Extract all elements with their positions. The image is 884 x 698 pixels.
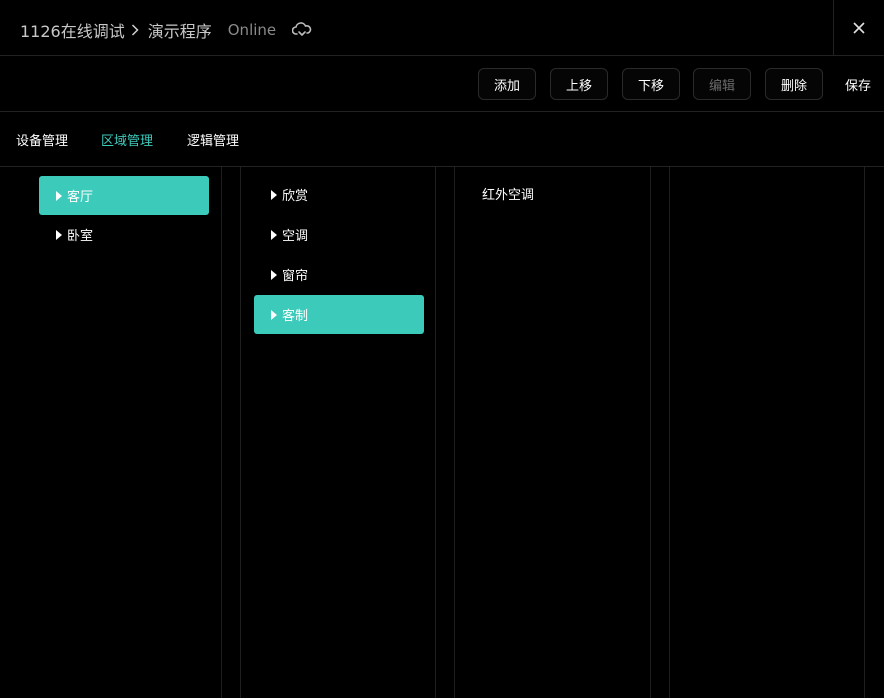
device-item-ir-ac[interactable]: 红外空调	[469, 174, 639, 213]
room-item-bedroom[interactable]: 卧室	[39, 215, 209, 254]
tab-logic[interactable]: 逻辑管理	[187, 130, 239, 149]
tab-bar: 设备管理 区域管理 逻辑管理	[0, 112, 884, 167]
group-label: 客制	[282, 309, 309, 324]
close-icon	[853, 22, 865, 34]
add-button[interactable]: 添加	[478, 68, 536, 100]
edit-button[interactable]: 编辑	[693, 68, 751, 100]
delete-button[interactable]: 删除	[765, 68, 823, 100]
save-button[interactable]: 保存	[845, 68, 871, 100]
caret-right-icon	[271, 229, 277, 240]
group-label: 空调	[282, 229, 309, 244]
caret-right-icon	[271, 269, 277, 280]
room-label: 客厅	[67, 190, 94, 205]
group-item-appreciation[interactable]: 欣赏	[254, 175, 424, 214]
caret-right-icon	[271, 189, 277, 200]
device-label: 红外空调	[482, 188, 535, 203]
chevron-right-icon	[131, 21, 139, 40]
group-item-air-conditioner[interactable]: 空调	[254, 215, 424, 254]
room-item-living-room[interactable]: 客厅	[39, 176, 209, 215]
tab-devices[interactable]: 设备管理	[16, 130, 68, 149]
connection-status: Online	[227, 21, 277, 39]
column-divider	[454, 167, 455, 698]
column-divider	[435, 167, 436, 698]
column-divider	[240, 167, 241, 698]
close-button[interactable]	[833, 0, 884, 56]
move-up-button[interactable]: 上移	[550, 68, 608, 100]
group-item-curtain[interactable]: 窗帘	[254, 255, 424, 294]
caret-right-icon	[56, 190, 62, 201]
cloud-sync-icon[interactable]	[292, 22, 312, 38]
toolbar: 添加 上移 下移 编辑 删除 保存	[0, 56, 884, 112]
column-divider	[864, 167, 865, 698]
caret-right-icon	[56, 229, 62, 240]
breadcrumb: 1126在线调试 演示程序 Online	[20, 19, 312, 41]
room-label: 卧室	[67, 229, 94, 244]
move-down-button[interactable]: 下移	[622, 68, 680, 100]
group-item-custom[interactable]: 客制	[254, 295, 424, 334]
column-divider	[221, 167, 222, 698]
column-divider	[669, 167, 670, 698]
tab-areas[interactable]: 区域管理	[101, 130, 153, 149]
group-label: 欣赏	[282, 189, 309, 204]
title-bar: 1126在线调试 演示程序 Online	[0, 0, 884, 56]
caret-right-icon	[271, 309, 277, 320]
column-divider	[650, 167, 651, 698]
breadcrumb-project[interactable]: 1126在线调试	[20, 18, 125, 42]
group-label: 窗帘	[282, 269, 309, 284]
breadcrumb-page: 演示程序	[147, 22, 212, 41]
